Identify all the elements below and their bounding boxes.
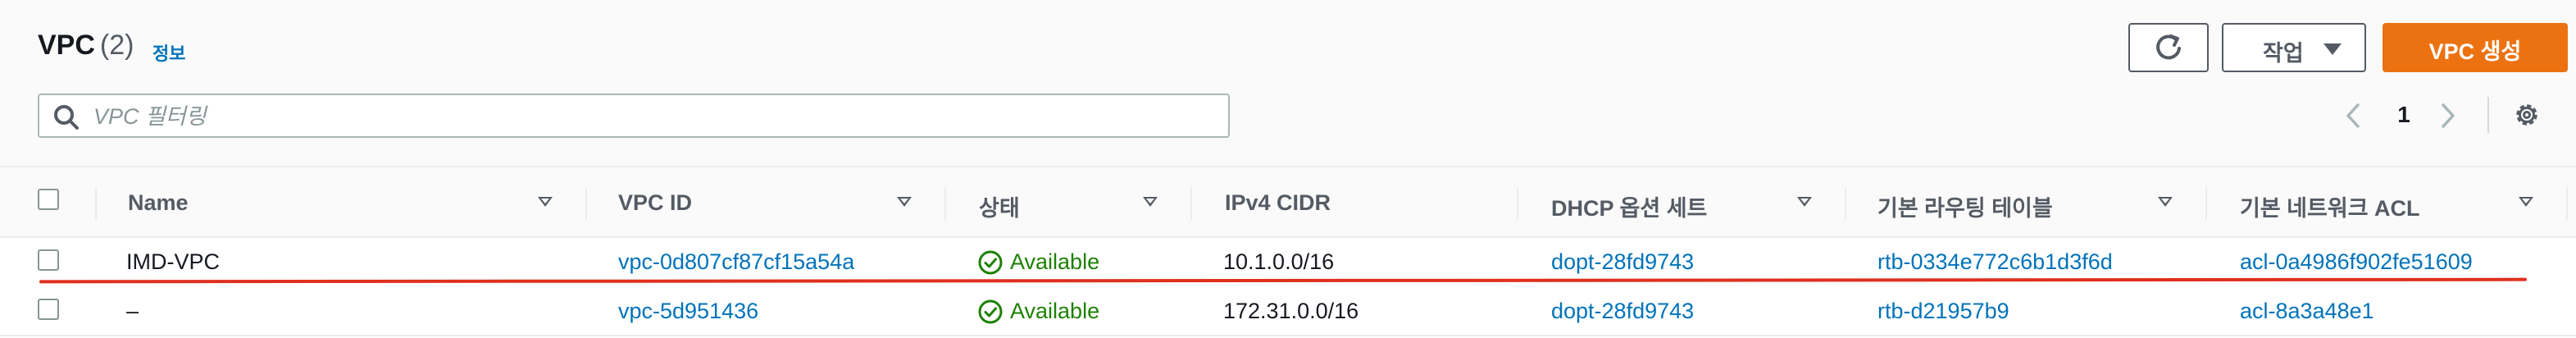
page-title: VPC (2) (38, 30, 134, 62)
actions-dropdown-button[interactable]: 작업 (2222, 23, 2366, 72)
column-header-status[interactable]: 상태 (979, 190, 1020, 222)
search-icon (54, 105, 79, 130)
column-divider (1190, 187, 1192, 220)
check-circle-icon (978, 250, 1003, 275)
cell-route-table-link[interactable]: rtb-0334e772c6b1d3f6d (1877, 249, 2113, 275)
chevron-right-icon[interactable] (2438, 102, 2458, 130)
column-header-route-table[interactable]: 기본 라우팅 테이블 (1877, 190, 2053, 222)
cell-dhcp-link[interactable]: dopt-28fd9743 (1551, 299, 1694, 324)
caret-down-icon (2323, 43, 2342, 55)
refresh-icon (2156, 34, 2181, 60)
cell-status: Available (1010, 249, 1100, 274)
column-divider (944, 187, 946, 220)
create-vpc-button[interactable]: VPC 생성 (2383, 23, 2568, 72)
column-divider (1517, 187, 1518, 220)
sort-caret-icon[interactable] (1797, 197, 1812, 207)
cell-ipv4-cidr: 172.31.0.0/16 (1223, 299, 1359, 323)
actions-label: 작업 (2263, 41, 2304, 66)
toolbar-divider (2487, 97, 2489, 133)
title-text: VPC (38, 30, 95, 61)
column-divider (1845, 187, 1846, 220)
vpc-count: (2) (99, 30, 134, 61)
search-input[interactable] (92, 102, 1210, 131)
column-header-vpc-id[interactable]: VPC ID (618, 190, 692, 216)
vpc-panel-header: VPC(2) 정보 작업 VPC 생성 1 (0, 0, 2576, 171)
column-header-name[interactable]: Name (128, 190, 189, 216)
refresh-button[interactable] (2128, 23, 2209, 72)
cell-vpc-id-link[interactable]: vpc-5d951436 (618, 299, 758, 324)
info-link[interactable]: 정보 (152, 39, 185, 66)
cell-name: IMD-VPC (126, 249, 220, 274)
current-page[interactable]: 1 (2387, 102, 2420, 128)
search-box[interactable] (38, 94, 1230, 138)
cell-network-acl-link[interactable]: acl-8a3a48e1 (2240, 299, 2374, 324)
sort-caret-icon[interactable] (1143, 197, 1158, 207)
select-all-checkbox[interactable] (38, 189, 59, 210)
check-circle-icon (978, 299, 1003, 324)
cell-network-acl-link[interactable]: acl-0a4986f902fe51609 (2240, 249, 2473, 275)
column-header-dhcp[interactable]: DHCP 옵션 세트 (1551, 190, 1707, 222)
cell-name: – (126, 299, 139, 323)
cell-dhcp-link[interactable]: dopt-28fd9743 (1551, 249, 1694, 275)
cell-ipv4-cidr: 10.1.0.0/16 (1223, 249, 1335, 274)
cell-route-table-link[interactable]: rtb-d21957b9 (1877, 299, 2009, 324)
column-header-ipv4-cidr[interactable]: IPv4 CIDR (1225, 190, 1331, 216)
chevron-left-icon[interactable] (2343, 102, 2363, 130)
table-row[interactable]: – vpc-5d951436 Available 172.31.0.0/16 d… (0, 287, 2576, 336)
column-divider (2566, 187, 2568, 220)
row-divider (0, 335, 2576, 336)
row-checkbox[interactable] (38, 249, 59, 271)
sort-caret-icon[interactable] (897, 197, 912, 207)
sort-caret-icon[interactable] (538, 197, 553, 207)
column-header-network-acl[interactable]: 기본 네트워크 ACL (2240, 190, 2420, 222)
cell-status: Available (1010, 299, 1100, 323)
row-checkbox[interactable] (38, 299, 59, 320)
cell-vpc-id-link[interactable]: vpc-0d807cf87cf15a54a (618, 249, 854, 275)
column-divider (95, 187, 97, 220)
gear-icon[interactable] (2512, 100, 2542, 130)
column-divider (585, 187, 587, 220)
sort-caret-icon[interactable] (2519, 197, 2533, 207)
sort-caret-icon[interactable] (2158, 197, 2173, 207)
create-vpc-label: VPC 생성 (2428, 39, 2522, 64)
column-divider (2205, 187, 2207, 220)
table-header: Name VPC ID 상태 IPv4 CIDR DHCP 옵션 세트 기본 라… (0, 167, 2576, 238)
